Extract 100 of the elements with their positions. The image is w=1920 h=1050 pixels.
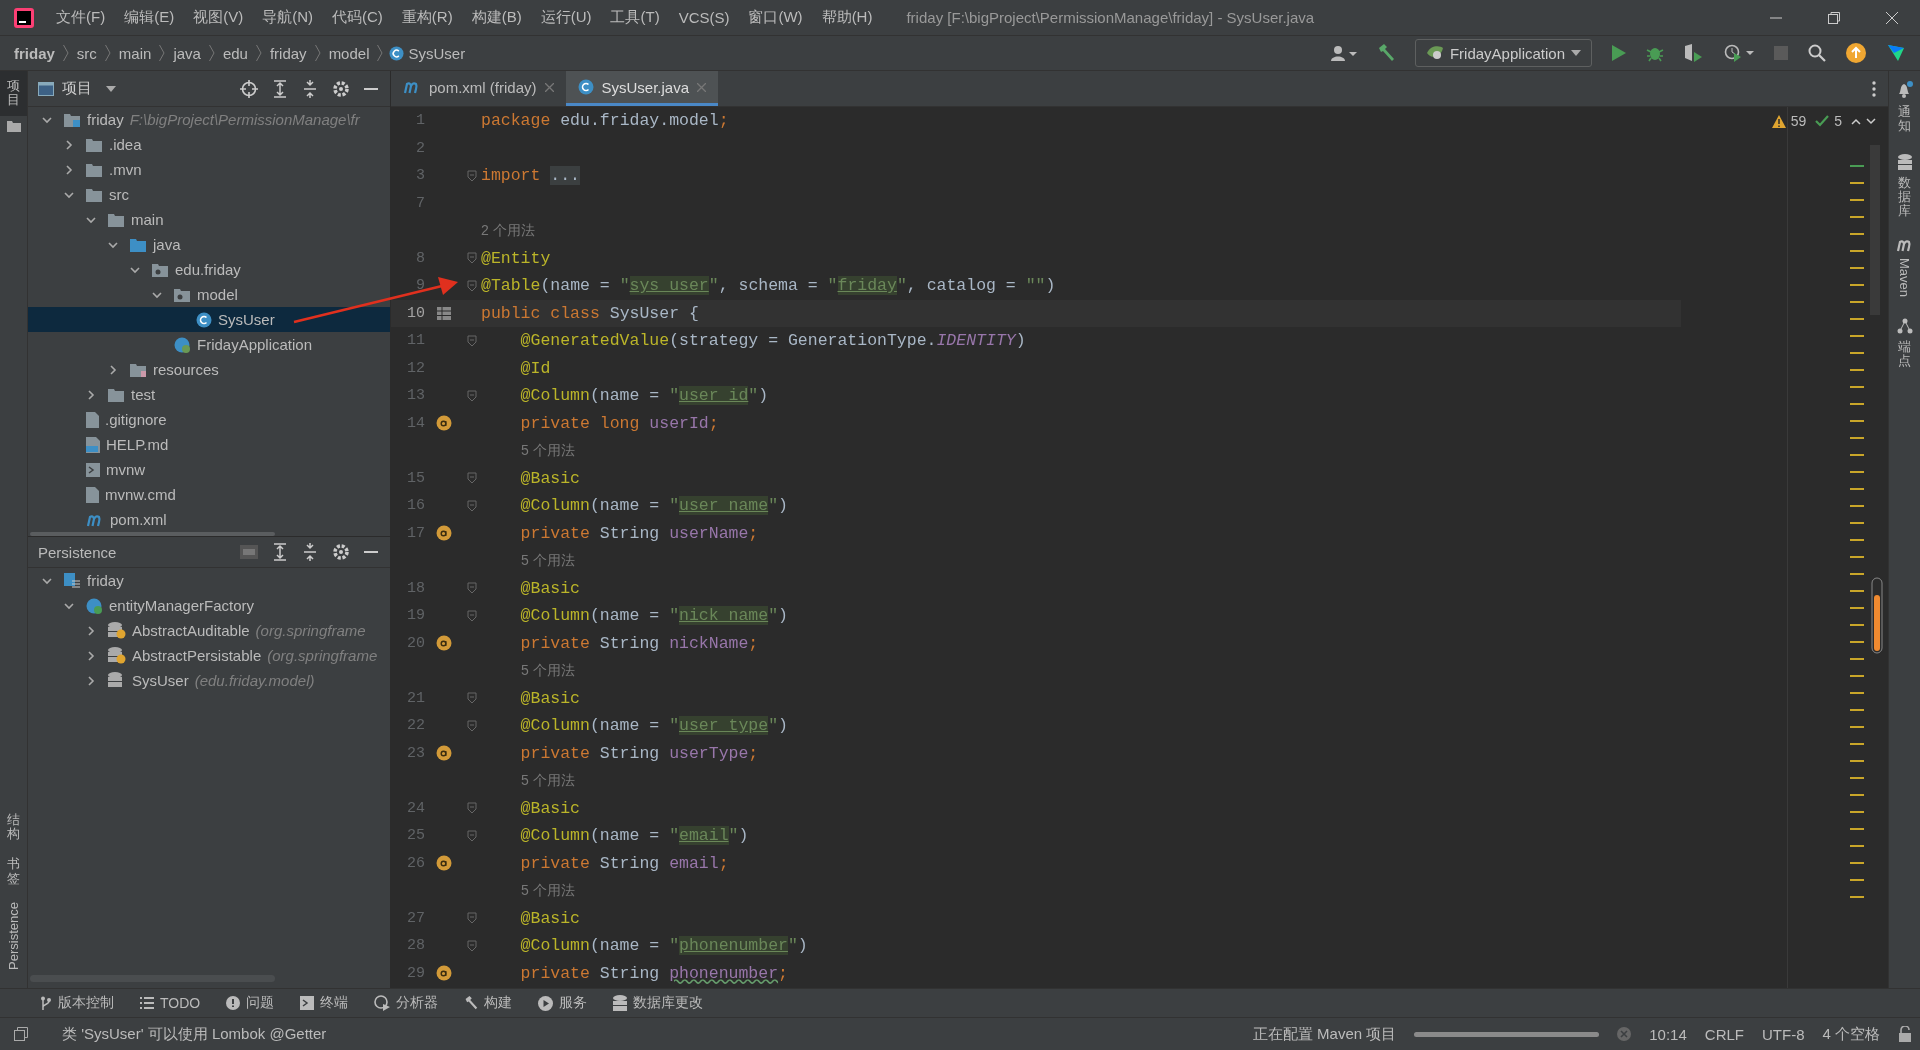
settings-icon[interactable] (332, 79, 350, 98)
lock-icon[interactable] (1898, 1026, 1912, 1042)
tree-item[interactable]: mvnw (28, 457, 390, 482)
tool-window-tab[interactable]: Maven (1897, 258, 1912, 298)
tool-window-button[interactable]: 构建 (464, 994, 513, 1012)
fold-icon[interactable] (467, 939, 477, 952)
settings-icon[interactable] (332, 543, 350, 561)
tree-item[interactable]: model (28, 282, 390, 307)
more-icon[interactable] (1872, 80, 1876, 97)
chevron-icon[interactable] (42, 114, 52, 125)
breadcrumb-item[interactable]: model (328, 44, 370, 62)
tool-window-tab[interactable]: 结构 (0, 804, 27, 850)
search-icon[interactable] (1808, 44, 1826, 62)
chevron-icon[interactable] (130, 264, 140, 275)
tree-item[interactable]: AbstractPersistable (org.springframe (28, 643, 390, 668)
close-icon[interactable] (1886, 11, 1898, 24)
menu-item[interactable]: VCS(S) (678, 9, 730, 26)
panel-title[interactable]: 项目 (62, 79, 92, 98)
fold-icon[interactable] (467, 609, 477, 622)
user-icon[interactable] (1330, 45, 1357, 61)
tree-item[interactable]: .gitignore (28, 407, 390, 432)
fold-icon[interactable] (467, 252, 477, 265)
menu-item[interactable]: 代码(C) (332, 8, 383, 27)
update-icon[interactable] (1846, 43, 1866, 63)
tree-item[interactable]: .mvn (28, 157, 390, 182)
chevron-icon[interactable] (152, 289, 162, 300)
tree-item[interactable]: SysUser (28, 307, 390, 332)
warning-icon[interactable] (1771, 114, 1786, 128)
fold-icon[interactable] (467, 802, 477, 815)
field-icon[interactable] (436, 415, 452, 432)
tree-item[interactable]: friday F:\bigProject\PermissionManage\fr (28, 107, 390, 132)
menu-item[interactable]: 文件(F) (56, 8, 106, 27)
chevron-icon[interactable] (64, 164, 74, 175)
tree-item[interactable]: .idea (28, 132, 390, 157)
tool-window-button[interactable]: 服务 (538, 994, 588, 1012)
chevron-icon[interactable] (86, 625, 96, 636)
breadcrumb-item[interactable]: java (173, 44, 201, 62)
tree-item[interactable]: AbstractAuditable (org.springframe (28, 618, 390, 643)
menu-item[interactable]: 编辑(E) (124, 8, 175, 27)
chevron-icon[interactable] (42, 575, 52, 586)
breadcrumb-item[interactable]: friday (269, 44, 307, 62)
tree-item[interactable]: entityManagerFactory (28, 593, 390, 618)
tool-window-tab[interactable]: 项目 (0, 71, 27, 116)
field-icon[interactable] (436, 635, 452, 652)
database-icon[interactable] (1897, 153, 1912, 170)
fold-icon[interactable] (467, 472, 477, 485)
fold-icon[interactable] (467, 334, 477, 347)
tool-window-button[interactable]: 分析器 (374, 994, 439, 1012)
chevron-icon[interactable] (108, 364, 118, 375)
menu-item[interactable]: 窗口(W) (748, 8, 803, 27)
fold-icon[interactable] (467, 719, 477, 732)
editor-tab[interactable]: SysUser.java (565, 71, 719, 106)
tree-item[interactable]: SysUser (edu.friday.model) (28, 668, 390, 693)
tree-item[interactable]: mvnw.cmd (28, 482, 390, 507)
usages-hint[interactable]: 5 个用法 (481, 661, 575, 680)
coverage-icon[interactable] (1684, 44, 1704, 62)
chevron-icon[interactable] (86, 675, 96, 686)
endpoints-icon[interactable] (1896, 317, 1913, 334)
tool-window-tab[interactable]: 书签 (0, 849, 27, 895)
field-icon[interactable] (436, 525, 452, 542)
caret-position[interactable]: 10:14 (1649, 1025, 1687, 1043)
breadcrumb-item[interactable]: main (118, 44, 152, 62)
tree-item[interactable]: friday (28, 568, 390, 593)
fold-icon[interactable] (467, 499, 477, 512)
tool-window-tab[interactable]: 数据库 (1898, 175, 1911, 219)
tree-item[interactable]: edu.friday (28, 257, 390, 282)
warning-count[interactable]: 59 (1790, 113, 1807, 129)
hammer-icon[interactable] (1376, 44, 1395, 62)
tree-item[interactable]: HELP.md (28, 432, 390, 457)
field-icon[interactable] (436, 855, 452, 872)
menu-item[interactable]: 构建(B) (471, 8, 522, 27)
field-icon[interactable] (436, 965, 452, 982)
line-separator[interactable]: CRLF (1704, 1025, 1744, 1043)
check-icon[interactable] (1815, 115, 1830, 127)
tree-item[interactable]: FridayApplication (28, 332, 390, 357)
tool-window-tab[interactable]: 端点 (1898, 339, 1911, 369)
caret-icon[interactable] (106, 85, 116, 92)
hide-icon[interactable] (364, 550, 378, 554)
toolbox-icon[interactable] (1886, 43, 1906, 63)
profiler-icon[interactable] (1724, 44, 1754, 62)
indent-setting[interactable]: 4 个空格 (1822, 1024, 1880, 1044)
chevron-up-icon[interactable] (1851, 117, 1861, 125)
chevron-icon[interactable] (64, 600, 74, 611)
breadcrumb-item[interactable]: edu (222, 44, 248, 62)
menu-item[interactable]: 运行(U) (540, 8, 592, 27)
table-icon[interactable] (437, 306, 451, 320)
tool-window-button[interactable]: TODO (140, 995, 201, 1011)
expand-all-icon[interactable] (272, 79, 288, 98)
usages-hint[interactable]: 5 个用法 (481, 771, 575, 790)
tool-window-button[interactable]: 终端 (300, 994, 349, 1012)
chevron-icon[interactable] (108, 239, 118, 250)
collapse-all-icon[interactable] (302, 543, 318, 561)
fold-icon[interactable] (467, 829, 477, 842)
tree-item[interactable]: test (28, 382, 390, 407)
chevron-down-icon[interactable] (1866, 117, 1876, 125)
expand-all-icon[interactable] (272, 543, 288, 561)
tree-item[interactable]: resources (28, 357, 390, 382)
fold-icon[interactable] (467, 169, 477, 182)
restore-icon[interactable] (1828, 11, 1840, 24)
menu-item[interactable]: 导航(N) (262, 8, 313, 27)
